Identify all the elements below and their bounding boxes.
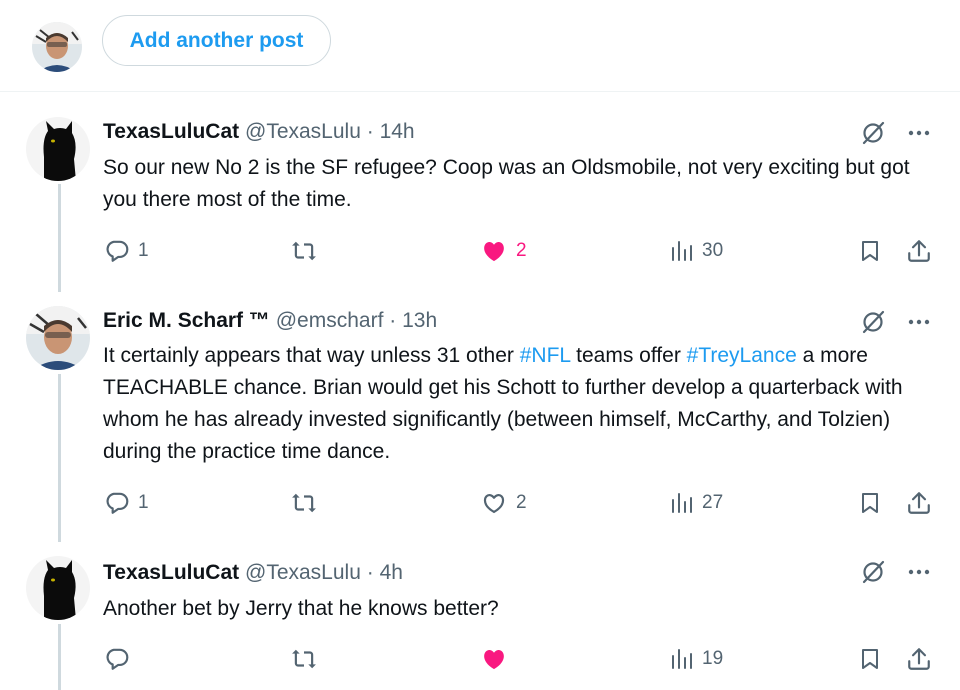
like-icon	[483, 494, 505, 514]
post-text: So our new No 2 is the SF refugee? Coop …	[103, 156, 910, 211]
current-user-avatar[interactable]	[32, 22, 82, 72]
reply-button[interactable]: 1	[104, 238, 149, 264]
thread-line	[58, 374, 61, 542]
repost-icon	[292, 649, 316, 669]
bookmark-icon[interactable]	[858, 490, 882, 516]
views-icon	[672, 493, 692, 513]
separator: ·	[389, 309, 397, 332]
views-count: 19	[702, 648, 724, 669]
bookmark-icon[interactable]	[858, 238, 882, 264]
post-time[interactable]: 13h	[402, 309, 437, 332]
add-post-row: Add another post	[0, 0, 960, 90]
separator: ·	[366, 561, 374, 584]
thread-line	[58, 624, 61, 690]
post-text-part: It certainly appears that way unless 31 …	[103, 344, 520, 367]
views-icon	[672, 649, 692, 669]
views-icon	[672, 241, 692, 261]
share-icon[interactable]	[906, 238, 932, 264]
repost-button[interactable]	[290, 646, 326, 672]
repost-button[interactable]	[290, 238, 326, 264]
author-handle[interactable]: @TexasLulu	[245, 561, 361, 584]
post-text: Another bet by Jerry that he knows bette…	[103, 597, 499, 620]
share-icon[interactable]	[906, 646, 932, 672]
post-text: It certainly appears that way unless 31 …	[103, 340, 933, 468]
post-top-icons	[860, 559, 932, 585]
repost-icon	[292, 493, 316, 513]
post-header: TexasLuluCat @TexasLulu · 14h	[103, 120, 415, 144]
author-avatar[interactable]	[26, 117, 90, 181]
views-button[interactable]: 30	[670, 238, 723, 264]
hashtag-link[interactable]: #TreyLance	[687, 344, 797, 367]
like-count: 2	[516, 492, 527, 513]
author-avatar[interactable]	[26, 556, 90, 620]
views-count: 30	[702, 240, 724, 261]
like-button[interactable]: 2	[480, 238, 527, 264]
grok-slash-icon[interactable]	[860, 120, 886, 146]
post-time[interactable]: 14h	[380, 120, 415, 143]
grok-slash-icon[interactable]	[860, 559, 886, 585]
divider	[0, 91, 960, 92]
views-button[interactable]: 27	[670, 490, 723, 516]
add-another-post-button[interactable]: Add another post	[102, 15, 331, 66]
post-top-icons	[860, 120, 932, 146]
reply-button[interactable]	[104, 646, 138, 672]
reply-button[interactable]: 1	[104, 490, 149, 516]
post-text-part: teams offer	[570, 344, 687, 367]
author-name[interactable]: TexasLuluCat	[103, 561, 239, 584]
bookmark-icon[interactable]	[858, 646, 882, 672]
more-icon[interactable]	[906, 559, 932, 585]
post-header: TexasLuluCat @TexasLulu · 4h	[103, 561, 403, 585]
like-button[interactable]	[480, 646, 516, 672]
author-avatar[interactable]	[26, 306, 90, 370]
more-icon[interactable]	[906, 120, 932, 146]
like-icon	[484, 650, 504, 670]
like-button[interactable]: 2	[480, 490, 527, 516]
author-name[interactable]: TexasLuluCat	[103, 120, 239, 143]
author-handle[interactable]: @emscharf	[276, 309, 384, 332]
post-top-icons	[860, 309, 932, 335]
hashtag-link[interactable]: #NFL	[520, 344, 571, 367]
views-count: 27	[702, 492, 724, 513]
repost-button[interactable]	[290, 490, 326, 516]
views-button[interactable]: 19	[670, 646, 723, 672]
reply-icon	[106, 240, 129, 262]
author-handle[interactable]: @TexasLulu	[245, 120, 361, 143]
author-name[interactable]: Eric M. Scharf ™	[103, 309, 270, 332]
share-icon[interactable]	[906, 490, 932, 516]
reply-count: 1	[138, 240, 149, 261]
reply-icon	[106, 648, 129, 670]
reply-icon	[106, 492, 129, 514]
post-header: Eric M. Scharf ™ @emscharf · 13h	[103, 309, 437, 333]
repost-icon	[292, 241, 316, 261]
reply-count: 1	[138, 492, 149, 513]
separator: ·	[366, 120, 374, 143]
post-time[interactable]: 4h	[380, 561, 403, 584]
grok-slash-icon[interactable]	[860, 309, 886, 335]
thread-line	[58, 184, 61, 292]
like-count: 2	[516, 240, 527, 261]
like-icon	[484, 242, 504, 262]
more-icon[interactable]	[906, 309, 932, 335]
